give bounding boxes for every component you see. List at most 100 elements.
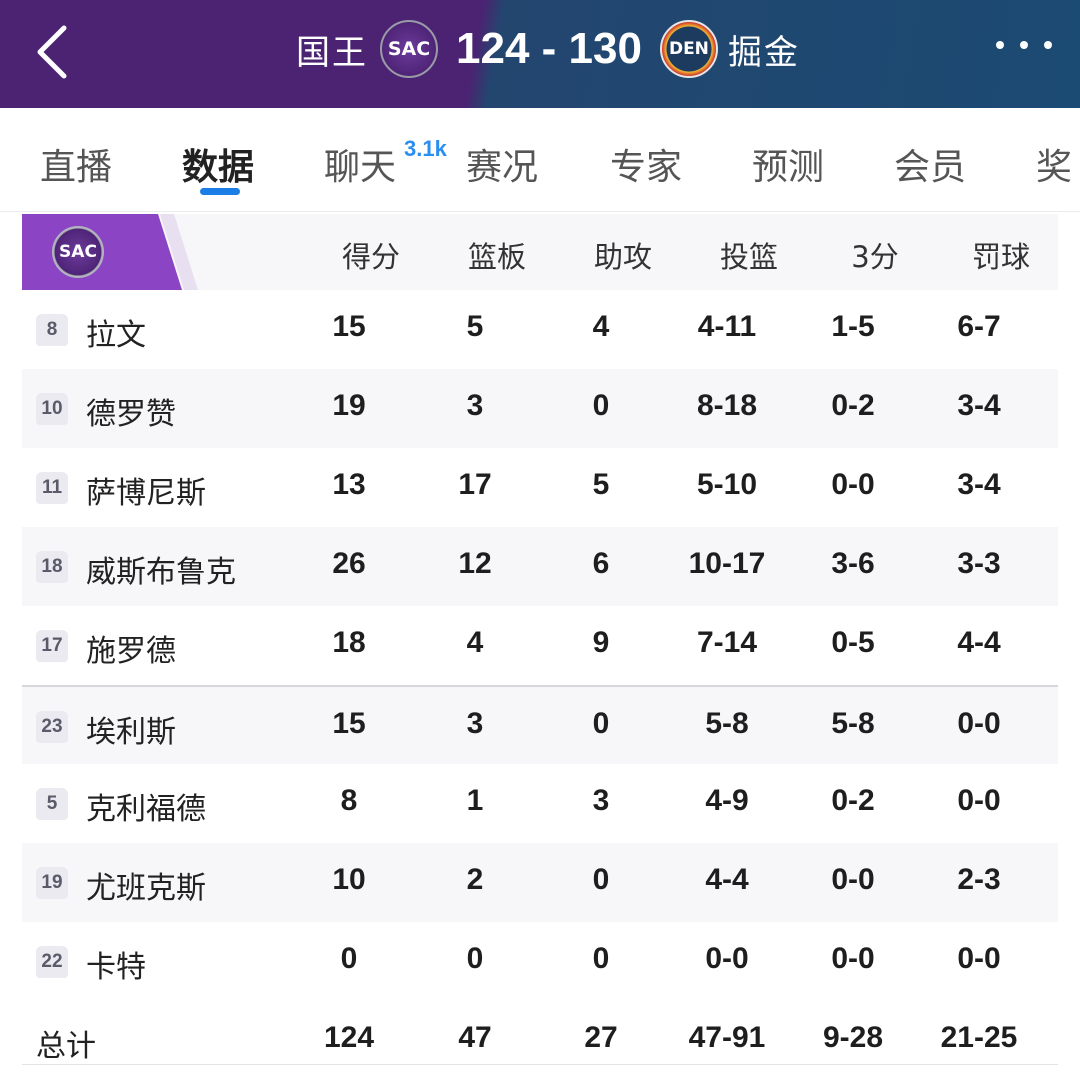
jersey-number-icon: 22	[36, 946, 68, 978]
stat-free-throws: 3-3	[957, 547, 1001, 580]
stat-rebounds: 2	[466, 863, 484, 896]
stat-field-goals: 4-4	[705, 863, 749, 896]
stat-field-goals: 10-17	[688, 547, 766, 580]
stat-assists: 5	[592, 468, 610, 501]
tab-stats[interactable]: 数据	[182, 138, 254, 190]
stat-field-goals: 5-8	[705, 707, 749, 740]
stat-free-throws: 6-7	[957, 310, 1001, 343]
table-bottom-divider	[22, 1064, 1058, 1065]
stat-assists: 0	[592, 389, 610, 422]
scoreboard: 国王 SAC 124 - 130 DEN 掘金	[296, 14, 800, 84]
stat-three-pointers: 5-8	[831, 707, 875, 740]
tab-live[interactable]: 直播	[40, 138, 112, 190]
jersey-number-icon: 18	[36, 551, 68, 583]
player-name[interactable]: 埃利斯	[86, 707, 176, 751]
total-three-pointers: 9-28	[822, 1021, 884, 1054]
stat-free-throws: 0-0	[957, 707, 1001, 740]
jersey-number-icon: 5	[36, 788, 68, 820]
stat-points: 26	[332, 547, 366, 580]
total-rebounds: 47	[458, 1021, 492, 1054]
jersey-number-icon: 23	[36, 711, 68, 743]
stat-free-throws: 4-4	[957, 626, 1001, 659]
stat-rebounds: 5	[466, 310, 484, 343]
column-header-field-goals[interactable]: 投篮	[694, 234, 804, 276]
column-header-assists[interactable]: 助攻	[568, 234, 678, 276]
player-row[interactable]: 18 威斯布鲁克 26 12 6 10-17 3-6 3-3	[22, 527, 1058, 606]
stat-free-throws: 2-3	[957, 863, 1001, 896]
player-row[interactable]: 17 施罗德 18 4 9 7-14 0-5 4-4	[22, 606, 1058, 685]
tab-bar: 直播 数据 聊天 赛况 专家 预测 会员 奖	[0, 108, 1080, 212]
sac-logo-icon: SAC	[52, 226, 104, 278]
stat-assists: 6	[592, 547, 610, 580]
player-name[interactable]: 施罗德	[86, 626, 176, 670]
tab-membership[interactable]: 会员	[894, 138, 966, 190]
player-name[interactable]: 德罗赞	[86, 389, 176, 433]
player-name[interactable]: 萨博尼斯	[86, 468, 206, 512]
tab-rewards[interactable]: 奖	[1036, 138, 1072, 190]
stat-free-throws: 3-4	[957, 468, 1001, 501]
player-row[interactable]: 5 克利福德 8 1 3 4-9 0-2 0-0	[22, 764, 1058, 843]
stat-points: 19	[332, 389, 366, 422]
player-row[interactable]: 8 拉文 15 5 4 4-11 1-5 6-7	[22, 290, 1058, 369]
total-assists: 27	[584, 1021, 618, 1054]
player-name[interactable]: 威斯布鲁克	[86, 547, 236, 591]
stat-field-goals: 4-9	[705, 784, 749, 817]
column-header-points[interactable]: 得分	[316, 234, 426, 276]
stat-free-throws: 0-0	[957, 784, 1001, 817]
stat-three-pointers: 0-2	[831, 784, 875, 817]
home-logo-text: SAC	[387, 38, 431, 60]
column-header-rebounds[interactable]: 篮板	[442, 234, 552, 276]
game-score: 124 - 130	[456, 24, 642, 73]
total-points: 124	[323, 1021, 375, 1054]
player-row[interactable]: 11 萨博尼斯 13 17 5 5-10 0-0 3-4	[22, 448, 1058, 527]
stat-points: 8	[340, 784, 358, 817]
stat-three-pointers: 0-0	[831, 942, 875, 975]
stat-field-goals: 7-14	[696, 626, 758, 659]
stat-assists: 0	[592, 863, 610, 896]
more-button[interactable]	[992, 30, 1056, 60]
jersey-number-icon: 10	[36, 393, 68, 425]
game-header: 国王 SAC 124 - 130 DEN 掘金	[0, 0, 1080, 108]
player-row[interactable]: 10 德罗赞 19 3 0 8-18 0-2 3-4	[22, 369, 1058, 448]
player-name[interactable]: 尤班克斯	[86, 863, 206, 907]
totals-row: 总计 124 47 27 47-91 9-28 21-25	[22, 1001, 1058, 1080]
more-dots-icon	[996, 41, 1052, 49]
jersey-number-icon: 17	[36, 630, 68, 662]
stat-three-pointers: 0-2	[831, 389, 875, 422]
team-logo-text: SAC	[59, 242, 97, 262]
stat-points: 18	[332, 626, 366, 659]
tab-game-status[interactable]: 赛况	[466, 138, 538, 190]
column-header-free-throws[interactable]: 罚球	[946, 234, 1056, 276]
sac-logo-icon[interactable]: SAC	[380, 20, 438, 78]
tab-experts[interactable]: 专家	[610, 138, 682, 190]
chevron-left-icon	[37, 25, 67, 79]
stat-three-pointers: 1-5	[831, 310, 875, 343]
back-button[interactable]	[28, 22, 78, 82]
jersey-number-icon: 19	[36, 867, 68, 899]
jersey-number-icon: 8	[36, 314, 68, 346]
stat-assists: 9	[592, 626, 610, 659]
total-free-throws: 21-25	[940, 1021, 1018, 1054]
den-logo-icon[interactable]: DEN	[659, 20, 718, 78]
stat-free-throws: 0-0	[957, 942, 1001, 975]
stat-assists: 3	[592, 784, 610, 817]
team-selector-tab[interactable]: SAC	[22, 214, 182, 290]
stat-field-goals: 4-11	[697, 310, 757, 343]
stat-rebounds: 4	[466, 626, 484, 659]
column-header-three-pointers[interactable]: 3分	[820, 234, 930, 276]
total-field-goals: 47-91	[688, 1021, 766, 1054]
stat-field-goals: 5-10	[696, 468, 758, 501]
player-name[interactable]: 拉文	[86, 310, 146, 354]
player-row[interactable]: 22 卡特 0 0 0 0-0 0-0 0-0	[22, 922, 1058, 1001]
player-name[interactable]: 卡特	[86, 942, 146, 986]
player-name[interactable]: 克利福德	[86, 784, 206, 828]
player-row[interactable]: 23 埃利斯 15 3 0 5-8 5-8 0-0	[22, 685, 1058, 764]
away-team-name: 掘金	[727, 32, 800, 73]
tab-chat[interactable]: 聊天	[324, 138, 396, 190]
stats-table-header: SAC 得分 篮板 助攻 投篮 3分 罚球	[22, 214, 1058, 290]
stat-assists: 0	[592, 707, 610, 740]
stat-three-pointers: 0-5	[831, 626, 875, 659]
player-row[interactable]: 19 尤班克斯 10 2 0 4-4 0-0 2-3	[22, 843, 1058, 922]
tab-predictions[interactable]: 预测	[752, 138, 824, 190]
stat-points: 0	[340, 942, 358, 975]
